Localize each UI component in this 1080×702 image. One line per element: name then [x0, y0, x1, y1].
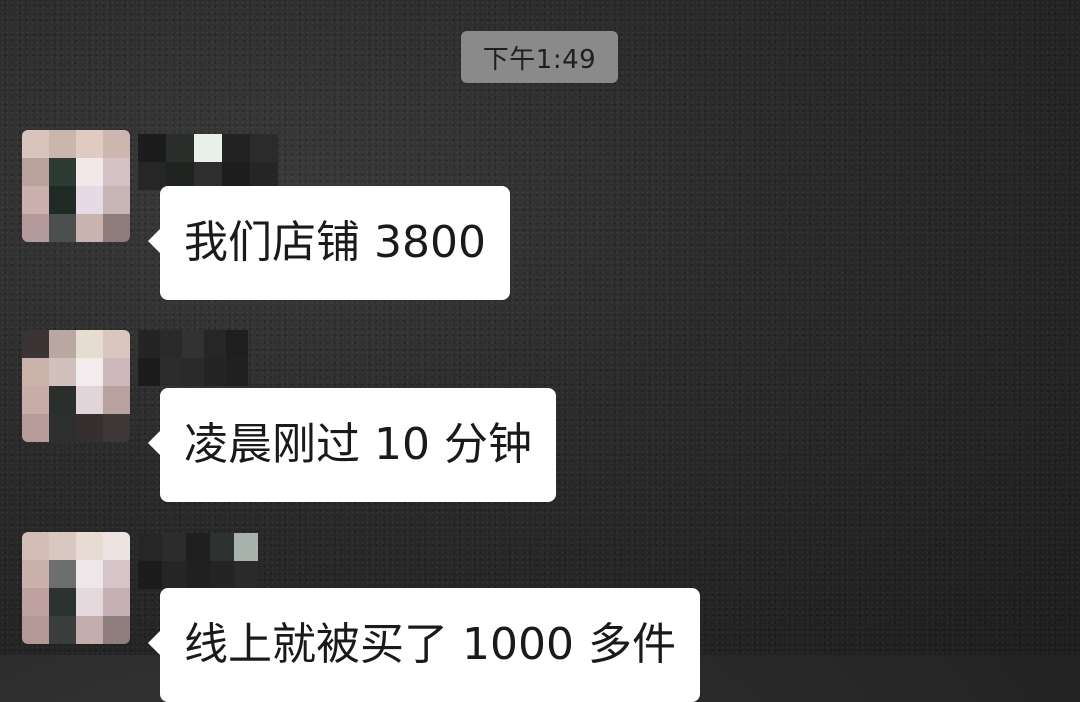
message-bubble[interactable]: 线上就被买了 1000 多件 — [148, 588, 700, 702]
avatar[interactable] — [22, 130, 130, 242]
sender-name-blurred — [138, 533, 258, 589]
message-bubble[interactable]: 我们店铺 3800 — [148, 186, 510, 300]
avatar[interactable] — [22, 330, 130, 442]
sender-name-blurred — [138, 134, 278, 190]
avatar[interactable] — [22, 532, 130, 644]
message-timestamp: 下午1:49 — [461, 31, 618, 83]
sender-name-blurred — [138, 330, 248, 386]
message-bubble[interactable]: 凌晨刚过 10 分钟 — [148, 388, 556, 502]
